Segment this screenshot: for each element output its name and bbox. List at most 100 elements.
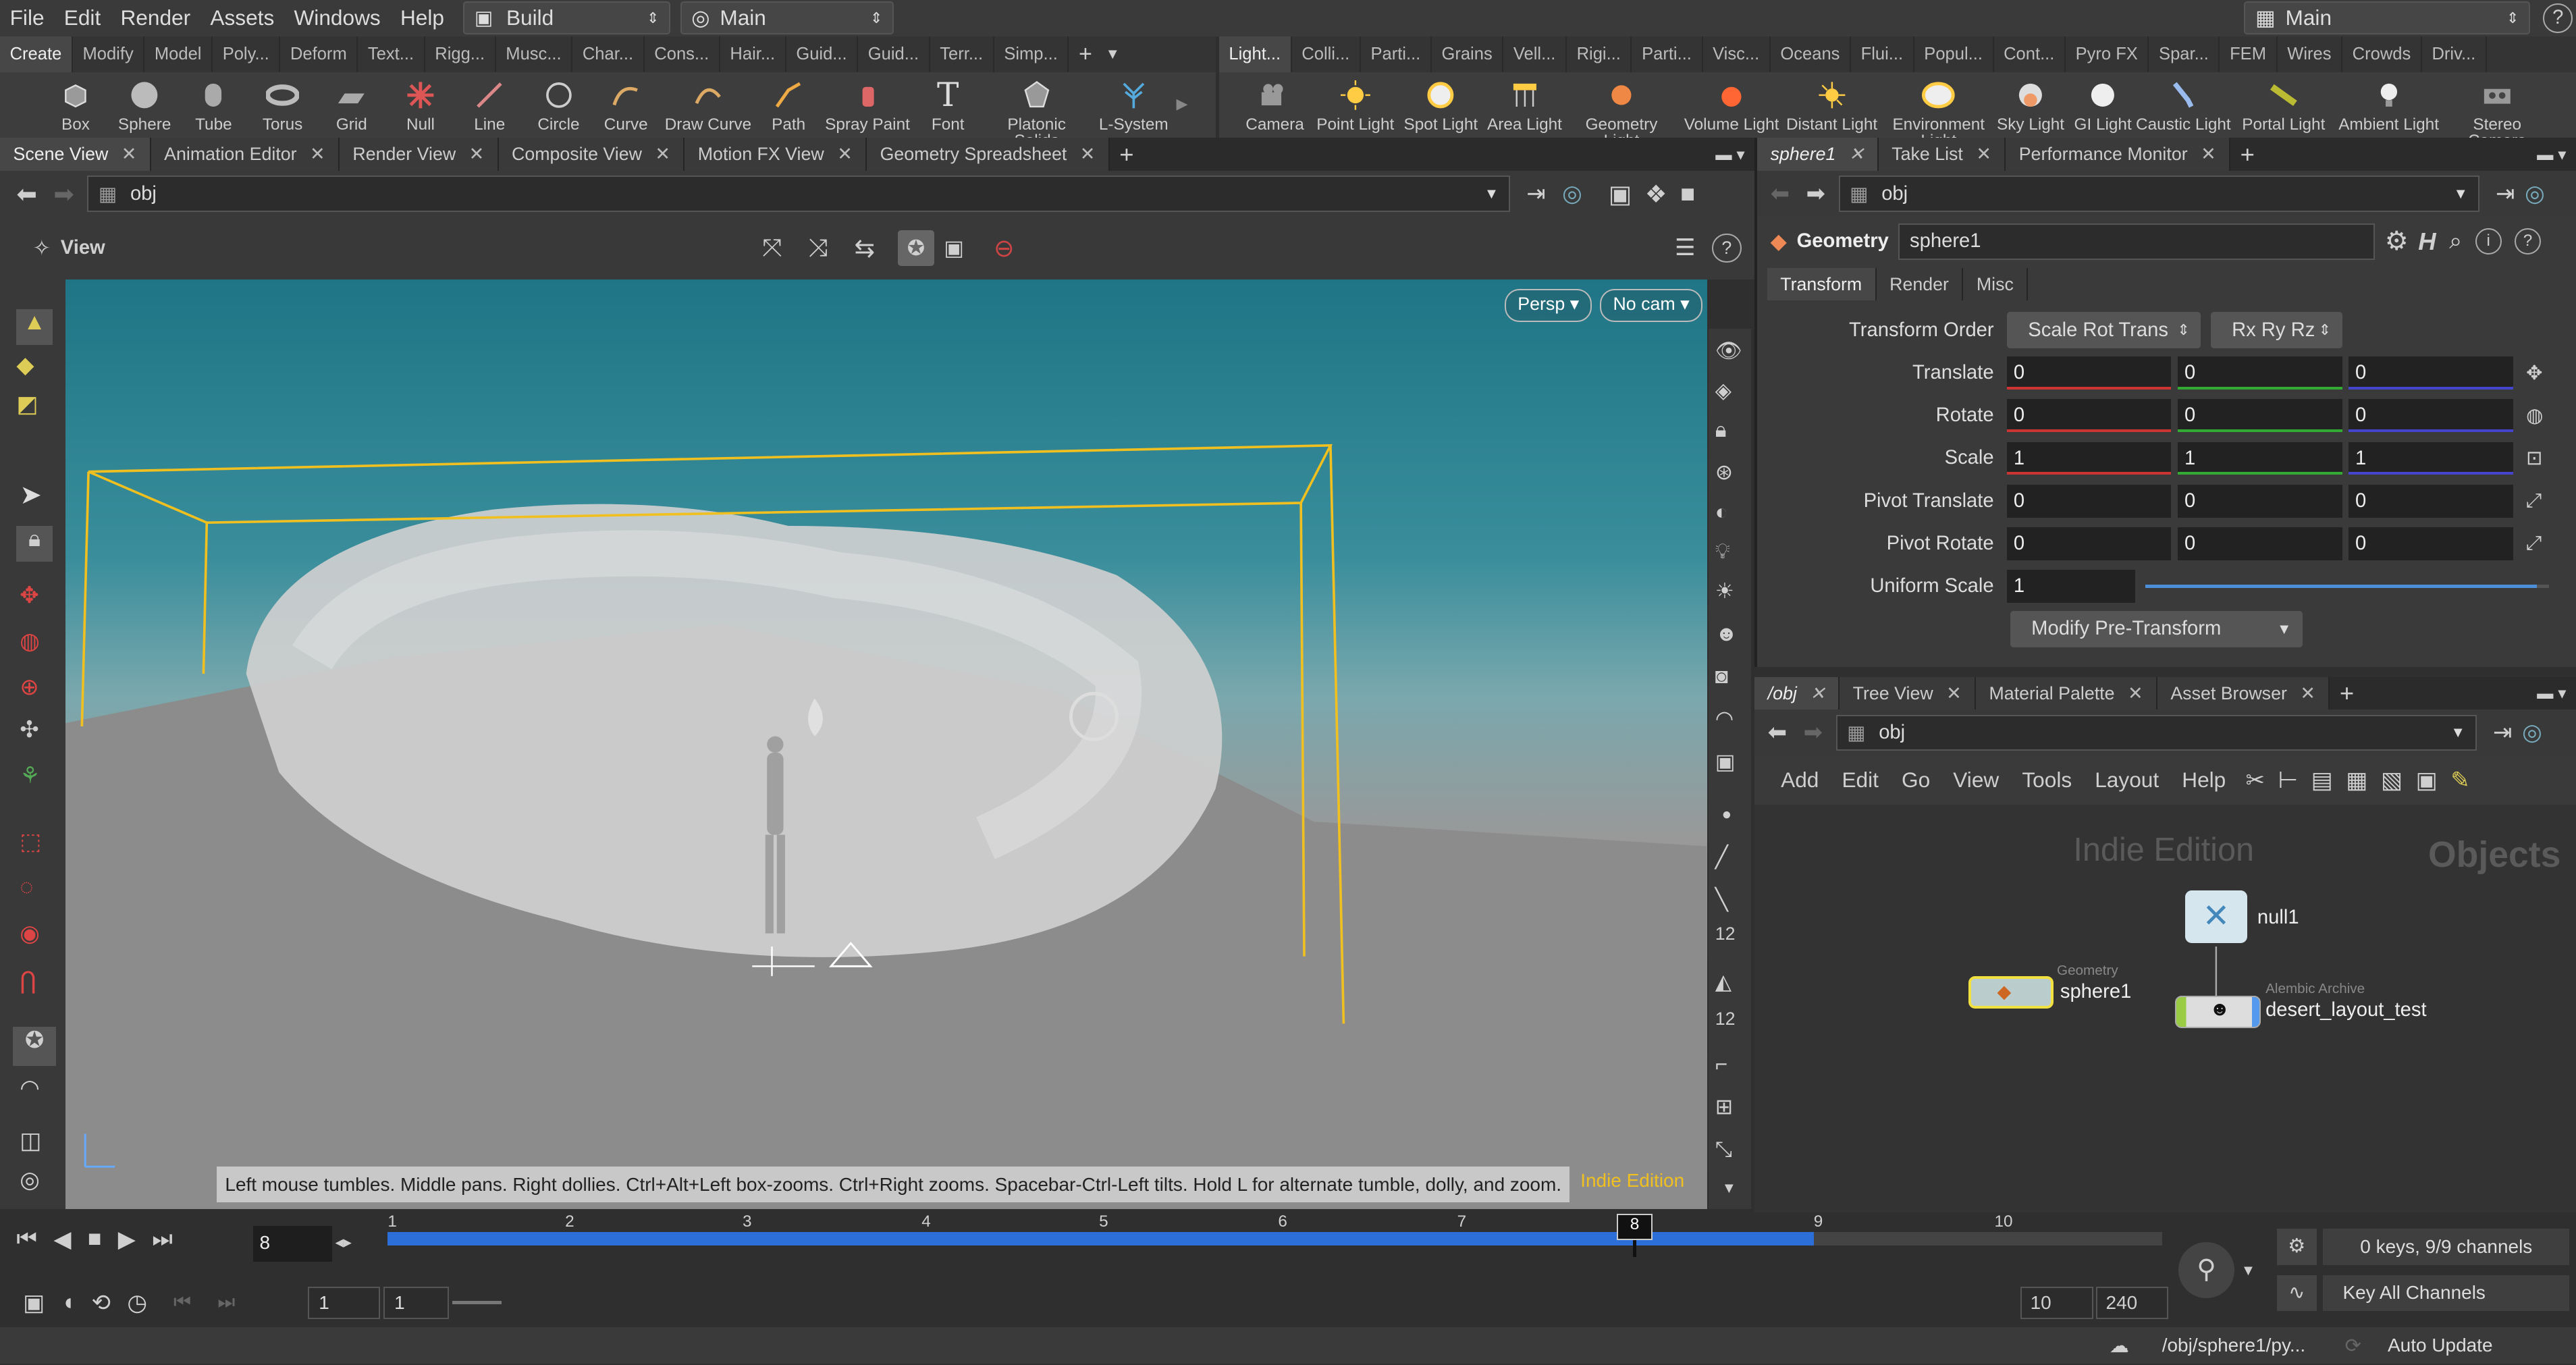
uniform-scale-field[interactable]: 1 [2007,570,2135,604]
pivot-rotate-handle-icon[interactable]: ⤢ [2526,533,2542,555]
shelf-tool-point-light[interactable]: Point Light [1314,79,1397,133]
chevron-down-icon[interactable]: ▼ [1722,1179,1737,1197]
close-icon[interactable]: ✕ [837,138,852,171]
flipbook-icon[interactable]: ◎ [20,1167,40,1194]
prim-icon[interactable]: ◭ [1715,969,1732,994]
pin-icon[interactable]: ⇥ [2496,180,2515,207]
shelf-tool-sphere[interactable]: Sphere [111,79,177,133]
move-icon[interactable]: ✥ [20,582,39,609]
shelf-tab[interactable]: Guid... [786,36,859,73]
shelf-tool-gi-light[interactable]: GI Light [2070,79,2135,133]
pivot-rotate-z[interactable]: 0 [2349,527,2513,560]
handle-icon[interactable]: ✣ [20,716,39,743]
normal-icon[interactable]: ╱ [1715,845,1728,869]
add-tab-icon[interactable]: + [2240,140,2255,169]
auto-update-button[interactable]: Auto Update [2388,1335,2493,1356]
menu-help[interactable]: Help [390,5,454,30]
shelf-tool-draw-curve[interactable]: Draw Curve [657,79,759,133]
shelf-tool-volume-light[interactable]: Volume Light [1682,79,1781,133]
context-select[interactable]: ◎ Main ⇕ [680,1,894,35]
view-tool-icon[interactable]: ✪ [13,1027,56,1067]
shelf-tab[interactable]: Parti... [1361,36,1432,73]
shelf-tab[interactable]: Hair... [720,36,786,73]
loop-icon[interactable]: ⟲ [91,1289,111,1316]
shelf-tab[interactable]: Oceans [1771,36,1852,73]
view-menu-icon[interactable]: ✧ [33,236,51,261]
close-icon[interactable]: ✕ [122,138,136,171]
light-icon[interactable]: ☀ [1715,579,1734,604]
visibility-icon[interactable]: ◈ [1715,378,1732,403]
shelf-tab[interactable]: Parti... [1632,36,1703,73]
shelf-tab[interactable]: Char... [572,36,645,73]
shelf-tool-box[interactable]: Box [43,79,108,133]
shelf-tab[interactable]: Spar... [2149,36,2220,73]
shelf-tool-l-system[interactable]: L-System [1094,79,1173,133]
realtime-icon[interactable]: ◷ [127,1289,147,1316]
rotate-order-select[interactable]: Rx Ry Rz ⇕ [2210,312,2342,348]
shelf-tab[interactable]: Crowds [2342,36,2422,73]
close-icon[interactable]: ✕ [469,138,484,171]
snap-icon[interactable]: ⤨ [808,234,828,263]
shelf-tool-camera[interactable]: Camera [1242,79,1308,133]
rotate-handle-icon[interactable]: ◍ [2526,404,2543,427]
shelf-tab[interactable]: Rigi... [1567,36,1632,73]
shading-mode-icon[interactable]: ◐ [1715,500,1728,525]
rotate-y[interactable]: 0 [2178,399,2342,432]
subtab-misc[interactable]: Misc [1963,267,2029,301]
skeleton-icon[interactable]: ☻ [1715,621,1738,646]
tab-geometry-spreadsheet[interactable]: Geometry Spreadsheet ✕ [867,138,1110,171]
scale-icon[interactable]: ⊕ [20,674,39,701]
key-all-channels-button[interactable]: Key All Channels [2323,1275,2570,1312]
end-frame-field[interactable]: 10 [2020,1286,2093,1320]
help-icon[interactable]: ? [2543,3,2573,33]
scale-x[interactable]: 1 [2007,441,2172,475]
timeline-bar[interactable]: 1 2 3 4 5 6 7 9 10 8 [387,1212,2162,1262]
help-icon[interactable]: ? [1711,233,1742,263]
close-icon[interactable]: ✕ [1080,138,1095,171]
right-desktop-select[interactable]: ▦ Main ⇕ [2244,1,2530,35]
keys-info[interactable]: 0 keys, 9/9 channels [2323,1229,2570,1265]
rotate-z[interactable]: 0 [2349,399,2513,432]
shelf-tool-grid[interactable]: Grid [319,79,384,133]
transform-icon[interactable]: ⤡ [1715,1137,1732,1162]
tab-performance-monitor[interactable]: Performance Monitor ✕ [2006,138,2230,171]
lasso-icon[interactable]: ◌ [20,874,33,901]
close-icon[interactable]: ✕ [310,138,325,171]
search-icon[interactable]: ⌕ [2449,228,2462,255]
global-end-field[interactable]: 240 [2096,1286,2169,1320]
param-path-field[interactable]: ▦ obj ▼ [1838,176,2479,212]
shelf-tab[interactable]: Flui... [1851,36,1914,73]
pivot-translate-z[interactable]: 0 [2349,484,2513,518]
pivot-rotate-x[interactable]: 0 [2007,527,2172,560]
shelf-tab[interactable]: Cons... [645,36,720,73]
scale-y[interactable]: 1 [2178,441,2342,475]
current-frame-marker[interactable]: 8 [1616,1214,1653,1241]
shelf-tool-torus[interactable]: Torus [250,79,315,133]
shelf-tool-circle[interactable]: Circle [526,79,591,133]
translate-y[interactable]: 0 [2178,356,2342,390]
forward-arrow-icon[interactable]: ➡ [53,180,74,209]
start-frame-field[interactable]: 1 [307,1286,380,1320]
houdini-help-icon[interactable]: H [2418,228,2436,256]
step-back-icon[interactable]: ◀ [53,1226,71,1253]
audio-icon[interactable]: ◖ [61,1289,76,1316]
graph-icon[interactable]: ∿ [2277,1275,2317,1312]
menu-edit[interactable]: Edit [54,5,111,30]
display-options-icon[interactable]: ❖ [1645,180,1667,209]
shelf-tool-path[interactable]: Path [756,79,822,133]
step-keys-icon[interactable]: ◂▸ [335,1232,351,1252]
shelf-tab[interactable]: Vell... [1503,36,1567,73]
pivot-rotate-y[interactable]: 0 [2178,527,2342,560]
shelf-tool-distant-light[interactable]: Distant Light [1784,79,1879,133]
scale-z[interactable]: 1 [2349,441,2513,475]
shelf-tab[interactable]: Poly... [213,36,281,73]
key-wand-icon[interactable]: ⚲ [2178,1241,2234,1298]
translate-handle-icon[interactable]: ✥ [2526,361,2542,385]
subtab-render[interactable]: Render [1876,267,1964,301]
edge-icon[interactable]: ╲ [1715,887,1728,912]
translate-z[interactable]: 0 [2349,356,2513,390]
safe-area-icon[interactable]: ▣ [944,236,964,261]
pin-icon[interactable]: ⇥ [1526,180,1546,207]
close-icon[interactable]: ✕ [2201,138,2216,171]
pane-menu-icon[interactable]: ▬ ▾ [2537,144,2566,165]
